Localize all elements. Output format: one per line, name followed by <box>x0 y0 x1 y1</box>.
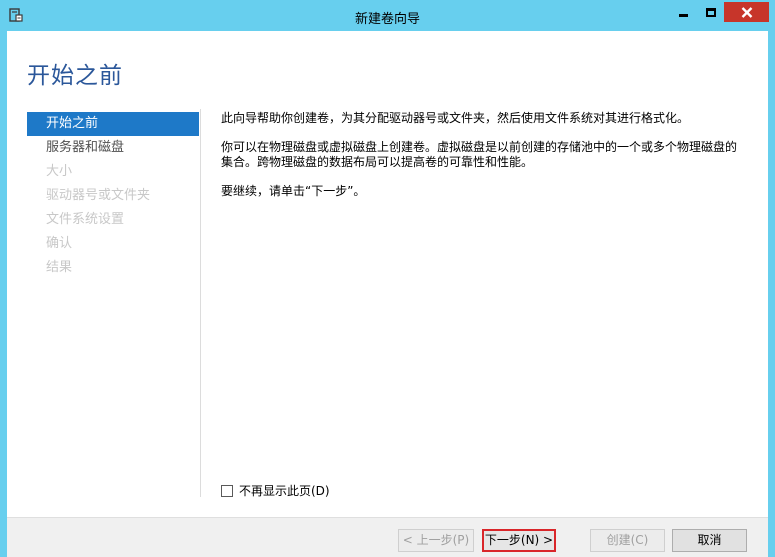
wizard-window: 新建卷向导 开始之前 开始之前 服务器和磁盘 大小 驱动器号或文件夹 文件系统设… <box>0 0 775 557</box>
wizard-step-nav: 开始之前 服务器和磁盘 大小 驱动器号或文件夹 文件系统设置 确认 结果 <box>27 112 199 280</box>
maximize-icon <box>706 7 716 17</box>
nav-item-results: 结果 <box>46 260 73 275</box>
nav-item-confirmation: 确认 <box>46 236 73 251</box>
previous-button[interactable]: < 上一步(P) <box>398 529 474 552</box>
intro-paragraph: 此向导帮助你创建卷，为其分配驱动器号或文件夹，然后使用文件系统对其进行格式化。 <box>221 111 690 125</box>
next-button[interactable]: 下一步(N) > <box>482 529 556 552</box>
dont-show-again-checkbox[interactable] <box>221 484 233 497</box>
close-icon <box>741 6 752 18</box>
step-content: 此向导帮助你创建卷，为其分配驱动器号或文件夹，然后使用文件系统对其进行格式化。 … <box>221 111 746 213</box>
nav-item-size: 大小 <box>46 164 73 179</box>
cancel-button[interactable]: 取消 <box>672 529 747 552</box>
title-bar[interactable]: 新建卷向导 <box>0 0 775 31</box>
wizard-body: 开始之前 开始之前 服务器和磁盘 大小 驱动器号或文件夹 文件系统设置 确认 结… <box>7 31 768 557</box>
create-button[interactable]: 创建(C) <box>590 529 665 552</box>
disk-info-paragraph: 你可以在物理磁盘或虚拟磁盘上创建卷。虚拟磁盘是以前创建的存储池中的一个或多个物理… <box>221 140 738 169</box>
nav-item-drive-letter-or-folder: 驱动器号或文件夹 <box>46 188 151 203</box>
dont-show-again-label: 不再显示此页(D) <box>239 484 330 498</box>
dont-show-again-option[interactable]: 不再显示此页(D) <box>221 482 330 499</box>
minimize-icon <box>679 13 688 17</box>
maximize-button[interactable] <box>698 2 724 22</box>
button-bar: < 上一步(P) 下一步(N) > 创建(C) 取消 <box>7 517 768 557</box>
nav-item-server-and-disk[interactable]: 服务器和磁盘 <box>27 136 199 160</box>
minimize-button[interactable] <box>669 2 698 22</box>
nav-divider <box>200 109 201 497</box>
window-title: 新建卷向导 <box>354 12 420 27</box>
close-button[interactable] <box>724 2 769 22</box>
continue-instruction: 要继续，请单击“下一步”。 <box>221 184 366 198</box>
page-title: 开始之前 <box>27 63 123 89</box>
nav-item-before-you-begin[interactable]: 开始之前 <box>27 112 199 136</box>
nav-item-file-system-settings: 文件系统设置 <box>46 212 125 227</box>
